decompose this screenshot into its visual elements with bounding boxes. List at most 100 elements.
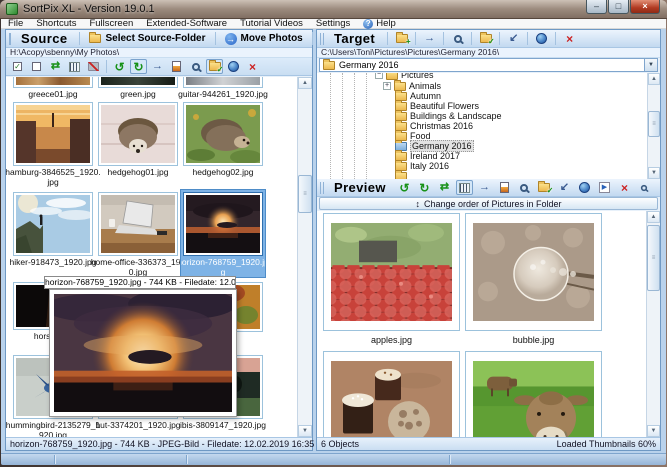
- minimize-button[interactable]: –: [586, 0, 607, 14]
- rotate-left-icon[interactable]: ↺: [396, 180, 413, 195]
- scrollbar-thumb[interactable]: ≡: [648, 111, 660, 137]
- menu-extended-software[interactable]: Extended-Software: [146, 18, 227, 29]
- corner-arrow-icon[interactable]: ↙: [505, 31, 522, 46]
- maximize-button[interactable]: □: [608, 0, 629, 14]
- delete-icon[interactable]: ×: [244, 59, 261, 74]
- combobox-dropdown-icon[interactable]: ▼: [644, 59, 657, 71]
- thumbnail-label: hedgehog02.jpg: [175, 168, 271, 178]
- folder-check-icon[interactable]: ✓: [536, 180, 553, 195]
- menu-tutorial-videos[interactable]: Tutorial Videos: [240, 18, 303, 29]
- search-icon[interactable]: [187, 59, 204, 74]
- web-globe-icon[interactable]: [225, 59, 242, 74]
- web-globe-icon[interactable]: [576, 180, 593, 195]
- tree-item-animals[interactable]: + Animals: [383, 81, 441, 91]
- preview-scr­ollbar[interactable]: ▲ ≡ ▼: [646, 211, 660, 437]
- target-panel: Target + → ✓ ↙ × C:\Users\Toni\Pictures\…: [316, 29, 661, 451]
- source-panel: Source Select Source-Folder →Move Photos…: [5, 29, 313, 451]
- new-folder-icon[interactable]: +: [393, 31, 410, 46]
- no-camera-icon[interactable]: [85, 59, 102, 74]
- rotate-right-icon[interactable]: ↻: [416, 180, 433, 195]
- scroll-up-icon[interactable]: ▲: [298, 77, 312, 89]
- select-all-checkbox-icon[interactable]: ✓: [9, 59, 26, 74]
- corner-arrow-icon[interactable]: ↙: [556, 180, 573, 195]
- menu-fullscreen[interactable]: Fullscreen: [89, 18, 133, 29]
- scrollbar-thumb[interactable]: ≡: [298, 175, 312, 213]
- tree-item-germany-2016-selected[interactable]: Germany 2016: [395, 141, 474, 151]
- scroll-up-icon[interactable]: ▲: [648, 73, 660, 85]
- tree-item-partial[interactable]: [395, 171, 407, 179]
- move-right-icon[interactable]: →: [149, 59, 166, 74]
- tree-item-buildings-landscape[interactable]: Buildings & Landscape: [395, 111, 502, 121]
- video-play-icon[interactable]: ▶: [596, 180, 613, 195]
- help-icon: ?: [363, 19, 373, 29]
- tree-item-beautiful-flowers[interactable]: Beautiful Flowers: [395, 101, 479, 111]
- thumbnail-hedgehog01[interactable]: hedgehog01.jpg: [96, 102, 180, 178]
- thumbnail-guitar[interactable]: guitar-944261_1920.jpg: [181, 77, 265, 100]
- thumbnail-horizon-selected[interactable]: horizon-768759_1920.jpg: [181, 190, 265, 277]
- delete-icon[interactable]: ×: [561, 31, 578, 46]
- source-title: Source: [14, 31, 74, 46]
- menu-shortcuts[interactable]: Shortcuts: [36, 18, 76, 29]
- search-icon[interactable]: [516, 180, 533, 195]
- move-photos-button[interactable]: →Move Photos: [221, 33, 307, 45]
- menu-help[interactable]: ?Help: [363, 18, 396, 29]
- folder-check-icon[interactable]: ✓: [206, 59, 223, 74]
- tree-item-christmas-2016[interactable]: Christmas 2016: [395, 121, 473, 131]
- expand-icon[interactable]: +: [383, 82, 391, 90]
- tree-scrollbar[interactable]: ▲ ≡ ▼: [647, 73, 660, 179]
- thumbnail-green[interactable]: green.jpg: [96, 77, 180, 100]
- tree-item-ireland-2017[interactable]: Ireland 2017: [395, 151, 460, 161]
- thumbnail-label: horizon-768759_1920.jpg: [175, 258, 271, 277]
- target-folder-combobox[interactable]: Germany 2016 ▼: [319, 58, 658, 72]
- objects-count: 6 Objects: [321, 438, 359, 450]
- scroll-down-icon[interactable]: ▼: [647, 425, 660, 437]
- scroll-down-icon[interactable]: ▼: [298, 425, 312, 437]
- sunset-preview-image: [54, 294, 232, 412]
- tree-item-pictures[interactable]: −Pictures: [375, 73, 434, 80]
- separator: [499, 32, 500, 45]
- scrollbar-thumb[interactable]: ≡: [647, 225, 660, 291]
- folder-check-icon[interactable]: ✓: [477, 31, 494, 46]
- thumbnail-greece01[interactable]: greece01.jpg: [11, 77, 95, 100]
- scroll-down-icon[interactable]: ▼: [648, 167, 660, 179]
- tree-label: Animals: [409, 81, 441, 91]
- tree-item-italy-2016[interactable]: Italy 2016: [395, 161, 449, 171]
- preview-thumbnail-bubble[interactable]: bubble.jpg: [465, 213, 602, 345]
- delete-icon[interactable]: ×: [616, 180, 633, 195]
- move-right-icon[interactable]: →: [421, 31, 438, 46]
- web-globe-icon[interactable]: [533, 31, 550, 46]
- preview-thumbnail-apples[interactable]: apples.jpg: [323, 213, 460, 345]
- menu-settings[interactable]: Settings: [316, 18, 350, 29]
- image-file-icon[interactable]: [496, 180, 513, 195]
- swap-arrows-icon[interactable]: ⇄: [436, 180, 453, 195]
- image-file-icon[interactable]: [168, 59, 185, 74]
- rotate-right-icon[interactable]: ↻: [130, 59, 147, 74]
- thumbnail-size-icon[interactable]: [456, 180, 473, 195]
- thumbnail-label: hamburg-3846525_1920.jpg: [6, 168, 101, 187]
- preview-thumbnail-cow[interactable]: [465, 351, 602, 437]
- move-right-icon[interactable]: →: [476, 180, 493, 195]
- deselect-all-checkbox-icon[interactable]: [28, 59, 45, 74]
- drag-grip-icon[interactable]: [9, 33, 11, 45]
- thumbnail-hiker[interactable]: hiker-918473_1920.jpg: [11, 192, 95, 268]
- close-button[interactable]: ×: [630, 0, 660, 14]
- change-order-button[interactable]: ↕Change order of Pictures in Folder: [319, 197, 658, 210]
- thumbnail-hedgehog02[interactable]: hedgehog02.jpg: [181, 102, 265, 178]
- zoom-out-icon[interactable]: [636, 180, 653, 195]
- search-icon[interactable]: [449, 31, 466, 46]
- drag-grip-icon[interactable]: [320, 33, 324, 45]
- drag-grip-icon[interactable]: [320, 182, 324, 194]
- thumbnail-label: hiker-918473_1920.jpg: [6, 258, 101, 268]
- select-source-folder-button[interactable]: Select Source-Folder: [85, 33, 209, 44]
- scroll-up-icon[interactable]: ▲: [647, 211, 660, 223]
- thumbnail-home-office[interactable]: home-office-336373_1920.jpg: [96, 192, 180, 277]
- tree-item-autumn[interactable]: Autumn: [395, 91, 441, 101]
- menu-file[interactable]: File: [8, 18, 23, 29]
- thumbnail-size-icon[interactable]: [66, 59, 83, 74]
- collapse-icon[interactable]: −: [375, 73, 383, 79]
- rotate-left-icon[interactable]: ↺: [111, 59, 128, 74]
- thumbnail-hamburg[interactable]: hamburg-3846525_1920.jpg: [11, 102, 95, 187]
- source-scrollbar[interactable]: ▲ ≡ ▼: [297, 77, 312, 437]
- preview-thumbnail-desserts[interactable]: [323, 351, 460, 437]
- swap-arrows-icon[interactable]: ⇄: [47, 59, 64, 74]
